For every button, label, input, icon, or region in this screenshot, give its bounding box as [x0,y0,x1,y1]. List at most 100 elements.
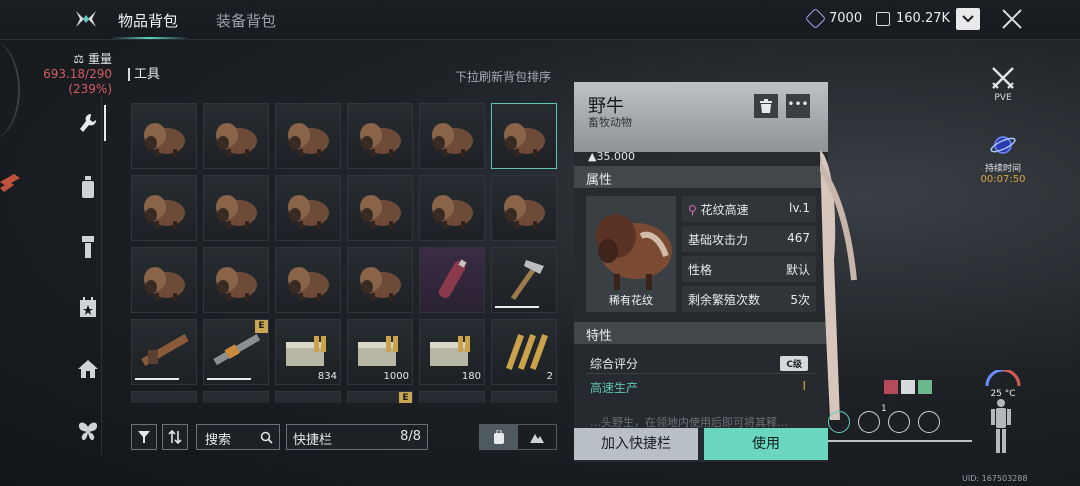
sidebar-item-events[interactable] [76,295,100,319]
bison-icon [504,195,545,229]
calendar-star-icon [80,297,96,317]
stamina-meter-icon [918,411,940,433]
inventory-slot[interactable]: 180 [419,319,485,385]
filter-button[interactable] [131,424,157,450]
inventory-slot[interactable] [347,103,413,169]
house-icon [78,360,98,378]
inventory-slot[interactable] [419,103,485,169]
add-to-quickbar-button[interactable]: 加入快捷栏 [574,428,698,460]
bison-icon [216,123,257,157]
water-meter-icon [888,411,910,433]
inventory-slot[interactable] [131,319,197,385]
inventory-slot[interactable] [275,247,341,313]
inventory-slot[interactable]: 834 [275,319,341,385]
bison-icon [144,123,185,157]
sidebar-item-building[interactable] [76,357,100,381]
flask-icon [438,259,467,298]
inventory-slot[interactable] [203,247,269,313]
sidebar-item-consumables[interactable] [76,175,100,199]
bottle-icon [82,176,94,198]
currency-coins: 160.27K [876,11,950,26]
sidebar-item-creatures[interactable] [76,419,100,443]
currency-gems: 7000 [804,7,862,30]
toggle-bag-view[interactable] [480,425,518,449]
inventory-slot[interactable] [203,175,269,241]
delete-button[interactable] [754,94,778,118]
bag-icon [494,430,504,444]
tab-equipment-bag[interactable]: 装备背包 [216,10,276,31]
sidebar-item-tools[interactable] [76,105,106,141]
expand-button[interactable] [956,8,980,30]
sort-button[interactable] [162,424,188,450]
inventory-slot[interactable] [347,247,413,313]
close-icon[interactable] [1000,7,1024,31]
inventory-slot[interactable] [203,391,269,403]
traits-header: 特性 [574,322,828,344]
bison-icon [144,267,185,301]
inventory-slot[interactable] [419,175,485,241]
inventory-slot[interactable] [491,175,557,241]
weight-label: ⚖ 重量 [73,52,112,66]
inventory-slot[interactable] [131,175,197,241]
inventory-slot[interactable] [347,175,413,241]
inventory-slot[interactable] [419,247,485,313]
filter-icon [138,431,150,443]
attribute-row: 性格 默认 [682,256,816,282]
sidebar-item-materials[interactable] [76,235,100,259]
inventory-slot[interactable] [275,103,341,169]
chevron-down-icon [962,15,974,23]
inventory-slot[interactable] [491,391,557,403]
wrench-icon [80,113,97,132]
durability-bar [495,306,539,308]
inventory-slot[interactable]: E [203,319,269,385]
bison-icon [288,267,329,301]
sort-hint: 下拉刷新背包排序 [455,70,552,84]
gem-icon [804,7,827,30]
bison-icon [432,195,473,229]
inventory-slot[interactable]: E [347,391,413,403]
quickbar-label: 快捷栏 [293,433,333,448]
back-chevron-icon[interactable] [0,168,22,198]
view-toggle [479,424,557,450]
status-buff-icon [901,380,915,394]
butterfly-icon [78,422,98,441]
toggle-terrain-view[interactable] [518,425,556,449]
item-count: 834 [317,371,337,382]
section-title: 工具 [128,68,160,81]
trash-icon [760,99,772,113]
planet-icon [990,136,1016,154]
attributes-header: 属性 [574,166,828,188]
bison-icon [216,267,257,301]
ammo-box-icon [358,336,398,366]
pve-indicator[interactable]: PVE [986,66,1020,103]
inventory-slot[interactable] [203,103,269,169]
top-bar: 物品背包 装备背包 7000 160.27K [0,0,1080,40]
inventory-slot[interactable] [491,247,557,313]
inventory-slot[interactable] [131,103,197,169]
detail-header: 野牛 畜牧动物 ••• [574,82,828,152]
trait-row-production[interactable]: 高速生产 I [586,376,816,398]
inventory-slot[interactable]: 1000 [347,319,413,385]
bison-icon [288,123,329,157]
inventory-slot[interactable] [275,175,341,241]
category-sidebar [72,95,106,455]
inventory-slot[interactable]: 2 [491,319,557,385]
tab-item-bag[interactable]: 物品背包 [118,10,178,31]
body-status-icon[interactable] [990,398,1012,454]
survival-meters [828,411,940,433]
item-category: 畜牧动物 [588,116,632,129]
search-input[interactable]: 搜索 [196,424,280,450]
quickbar-selector[interactable]: 快捷栏 8/8 [286,424,428,450]
search-icon [260,431,273,444]
inventory-slot[interactable] [131,247,197,313]
inventory-slot[interactable] [275,391,341,403]
status-buff-icon [884,380,898,394]
use-button[interactable]: 使用 [704,428,828,460]
inventory-slot[interactable] [491,103,557,169]
item-detail-panel: 野牛 畜牧动物 ••• ▲35.000 属性 稀有花纹 ⚲ 花纹高速 lv.1 … [574,82,828,462]
head-meter-icon [858,411,880,433]
equipment-badge: E [399,392,412,403]
inventory-slot[interactable] [131,391,197,403]
inventory-slot[interactable] [419,391,485,403]
more-options-button[interactable]: ••• [786,94,810,118]
